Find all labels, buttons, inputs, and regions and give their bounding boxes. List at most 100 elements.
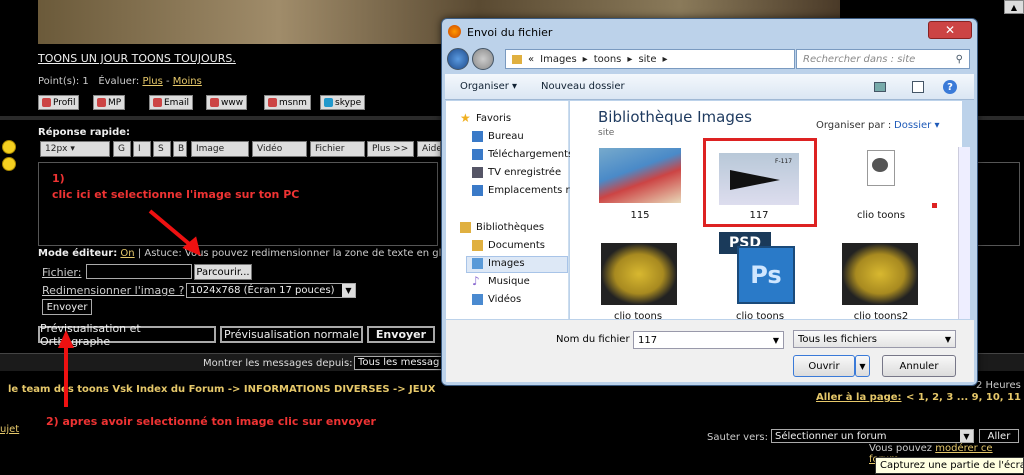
search-input[interactable]: Rechercher dans : site ⚲ xyxy=(796,49,970,69)
smiley-icon[interactable] xyxy=(2,140,16,154)
documents-icon xyxy=(472,240,483,251)
b-button[interactable]: B xyxy=(173,141,187,157)
italic-button[interactable]: I xyxy=(133,141,151,157)
mp-button[interactable]: MP xyxy=(93,95,126,110)
smiley-icon[interactable] xyxy=(2,157,16,171)
filename-label: Nom du fichier : xyxy=(556,334,637,345)
arrange-by-label: Organiser par : xyxy=(816,120,892,131)
nav-telechargements[interactable]: Téléchargements xyxy=(472,149,573,160)
command-bar xyxy=(445,74,974,100)
gimp-icon xyxy=(872,158,888,172)
psd-file-icon[interactable]: PSD Ps xyxy=(719,232,799,306)
breadcrumb[interactable]: le team des toons Vsk Index du Forum -> … xyxy=(8,384,435,395)
tv-icon xyxy=(472,167,483,178)
email-button[interactable]: Email xyxy=(149,95,193,110)
file-name-115: 115 xyxy=(630,210,650,221)
forward-button[interactable] xyxy=(472,48,494,70)
file-type-select[interactable]: Tous les fichiers ▼ xyxy=(793,330,956,348)
nav-bureau[interactable]: Bureau xyxy=(472,131,524,142)
envoyer-small-button[interactable]: Envoyer xyxy=(42,299,92,315)
bold-button[interactable]: G xyxy=(113,141,131,157)
sauter-select[interactable]: Sélectionner un forum ▼ xyxy=(771,429,974,443)
address-bar[interactable]: « Images ▸ toons ▸ site ▸ xyxy=(505,49,795,69)
parcourir-button[interactable]: Parcourir... xyxy=(194,264,252,280)
mode-on-link[interactable]: On xyxy=(120,248,134,259)
video-button[interactable]: Vidéo xyxy=(252,141,307,157)
close-icon: ✕ xyxy=(944,23,956,37)
file-view-scrollbar[interactable] xyxy=(958,147,970,319)
montrer-label: Montrer les messages depuis: xyxy=(203,358,353,369)
preview-pane-icon[interactable] xyxy=(912,81,924,93)
image-button[interactable]: Image xyxy=(191,141,249,157)
recent-places-icon xyxy=(472,185,483,196)
aller-button[interactable]: Aller xyxy=(979,429,1019,443)
www-button[interactable]: www xyxy=(206,95,248,110)
skype-icon xyxy=(324,98,333,107)
nav-bibliotheques[interactable]: Bibliothèques xyxy=(460,222,544,233)
dialog-title: Envoi du fichier xyxy=(467,26,553,39)
scroll-up-icon[interactable]: ▲ xyxy=(1004,0,1024,14)
firefox-icon xyxy=(448,25,461,38)
msn-icon xyxy=(268,98,277,107)
montrer-select[interactable]: Tous les messag xyxy=(354,356,444,370)
back-button[interactable] xyxy=(447,48,469,70)
open-options-button[interactable]: ▼ xyxy=(855,355,870,377)
jet-shape xyxy=(730,170,780,190)
breadcrumb-site[interactable]: site xyxy=(638,54,656,65)
plus-link[interactable]: Plus xyxy=(142,76,162,87)
goto-page-label: Aller à la page: xyxy=(816,392,902,403)
nav-musique[interactable]: ♪ Musique xyxy=(472,275,530,287)
breadcrumb-images[interactable]: Images xyxy=(540,54,577,65)
close-button[interactable]: ✕ xyxy=(928,21,972,39)
library-icon xyxy=(460,222,471,233)
points-line: Point(s): 1 Évaluer: Plus - Moins xyxy=(38,76,202,87)
file-button[interactable]: Fichier xyxy=(310,141,365,157)
profil-button[interactable]: Profil xyxy=(38,95,80,110)
star-icon: ★ xyxy=(460,111,471,125)
file-thumbnail-clio-toons2[interactable] xyxy=(842,243,918,305)
chevron-down-icon: ▼ xyxy=(342,284,355,297)
file-path-input[interactable] xyxy=(86,264,192,279)
video-icon xyxy=(472,294,483,305)
help-icon[interactable]: ? xyxy=(943,80,957,94)
nav-favoris[interactable]: ★ Favoris xyxy=(460,111,511,125)
images-icon xyxy=(472,258,483,269)
red-marker xyxy=(932,203,937,208)
globe-icon xyxy=(210,98,219,107)
nav-videos[interactable]: Vidéos xyxy=(472,294,521,305)
moins-link[interactable]: Moins xyxy=(173,76,202,87)
cancel-button[interactable]: Annuler xyxy=(882,355,956,377)
nav-images[interactable]: Images xyxy=(472,258,525,269)
skype-button[interactable]: skype xyxy=(320,95,366,110)
sauter-label: Sauter vers: xyxy=(707,432,768,443)
resize-select[interactable]: 1024x768 (Écran 17 pouces) ▼ xyxy=(186,283,356,298)
filename-input[interactable]: 117 ▼ xyxy=(633,331,784,349)
organize-menu[interactable]: Organiser ▾ xyxy=(460,81,517,92)
view-icon[interactable] xyxy=(874,82,886,92)
breadcrumb-toons[interactable]: toons xyxy=(594,54,622,65)
nav-emplacements[interactable]: Emplacements ré xyxy=(472,185,576,196)
arrange-by-select[interactable]: Dossier ▾ xyxy=(894,120,939,131)
strike-button[interactable]: S xyxy=(153,141,171,157)
file-thumbnail-115[interactable] xyxy=(599,148,681,203)
open-button[interactable]: Ouvrir xyxy=(793,355,855,377)
file-thumbnail-clio-toons-2[interactable] xyxy=(601,243,677,305)
preview-button[interactable]: Prévisualisation normale xyxy=(220,326,363,343)
jet-label: F-117 xyxy=(775,158,793,165)
timezone-text: 2 Heures xyxy=(976,380,1021,391)
sujet-link[interactable]: ujet xyxy=(0,424,19,435)
chevron-down-icon: ▼ xyxy=(944,334,951,344)
page-links[interactable]: < 1, 2, 3 ... 9, 10, 11 xyxy=(906,392,1021,403)
help-button[interactable]: Aide xyxy=(417,141,441,157)
font-size-select[interactable]: 12px ▾ xyxy=(40,141,110,157)
new-folder-button[interactable]: Nouveau dossier xyxy=(541,81,625,92)
download-icon xyxy=(472,149,483,160)
msnm-button[interactable]: msnm xyxy=(264,95,311,110)
envoyer-button[interactable]: Envoyer xyxy=(367,326,435,343)
arrow-up-icon xyxy=(58,330,74,348)
nav-tv[interactable]: TV enregistrée xyxy=(472,167,561,178)
nav-documents[interactable]: Documents xyxy=(472,240,545,251)
more-button[interactable]: Plus >> xyxy=(367,141,414,157)
profile-icon xyxy=(42,98,51,107)
library-subtitle: site xyxy=(598,128,615,138)
